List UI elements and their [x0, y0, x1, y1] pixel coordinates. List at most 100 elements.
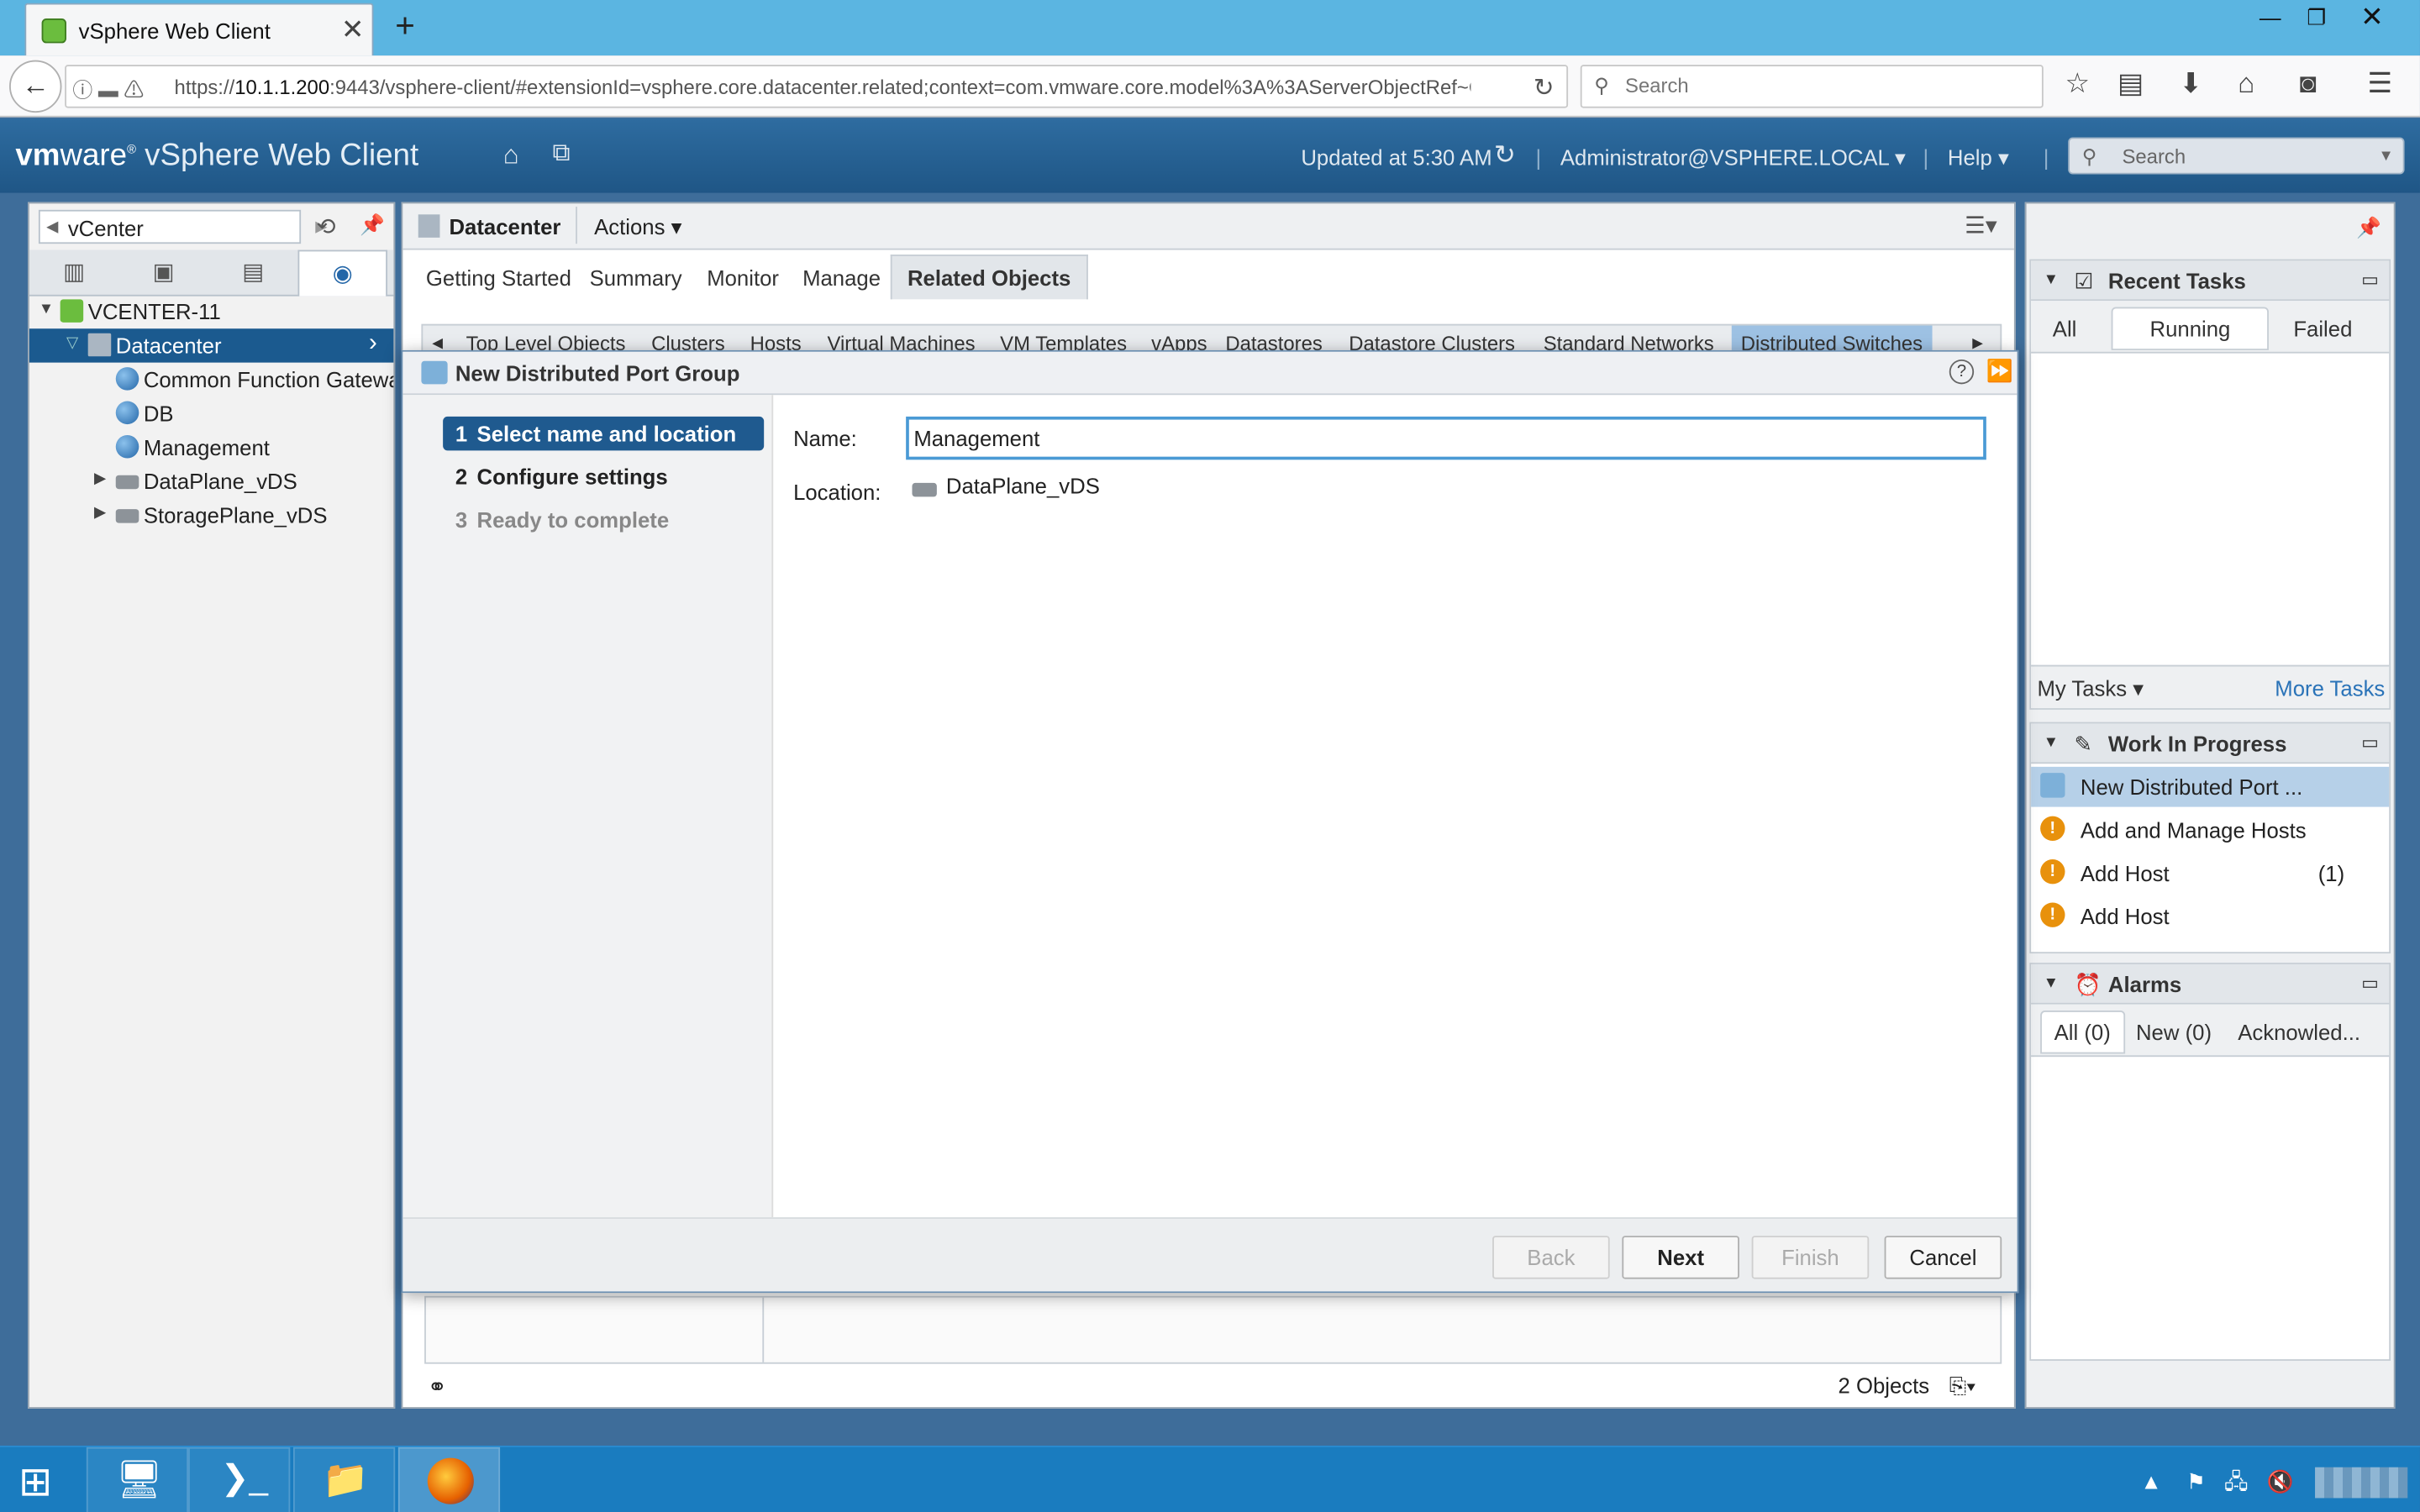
hosts-clusters-icon[interactable]: ▥	[29, 250, 119, 297]
wizard-step-1[interactable]: 1 Select name and location	[443, 416, 765, 451]
tab-running[interactable]: Running	[2111, 307, 2270, 350]
network-status-icon[interactable]: 🖧	[2224, 1469, 2249, 1494]
step-number: 3	[455, 507, 468, 533]
tree-item-switch[interactable]: ▶ DataPlane_vDS	[29, 465, 393, 498]
vms-templates-icon[interactable]: ▣	[118, 250, 208, 297]
refresh-icon[interactable]: ↻	[1494, 140, 1516, 171]
tab-all-alarms[interactable]: All (0)	[2040, 1011, 2125, 1054]
help-icon[interactable]: ?	[1949, 359, 1975, 385]
pin-icon[interactable]: 📌	[2356, 216, 2381, 240]
binoculars-icon[interactable]: ⚭	[428, 1373, 447, 1400]
tab-failed[interactable]: Failed	[2293, 317, 2352, 341]
back-arrow-icon[interactable]: ←	[9, 60, 62, 113]
tree-item-network[interactable]: Common Function Gatewa	[29, 363, 393, 396]
maximize-icon[interactable]: ▭	[2361, 269, 2379, 291]
wip-item[interactable]: ! Add Host	[2031, 896, 2389, 937]
collapse-arrow-icon[interactable]: ▼	[2044, 271, 2059, 288]
next-button[interactable]: Next	[1622, 1236, 1739, 1279]
tab-new-alarms[interactable]: New (0)	[2136, 1020, 2212, 1044]
tree-item-switch[interactable]: ▶ StoragePlane_vDS	[29, 498, 393, 532]
back-button[interactable]: Back	[1492, 1236, 1610, 1279]
alarms-header[interactable]: ▼ ⏰ Alarms ▭	[2031, 963, 2390, 1005]
breadcrumb[interactable]: ◀ vCenter ▶	[38, 209, 327, 244]
right-panel: 📌 ▼ ☑ Recent Tasks ▭ All Running Failed …	[2024, 202, 2396, 1409]
wip-item[interactable]: New Distributed Port ...	[2031, 766, 2390, 807]
browser-tab[interactable]: vSphere Web Client ✕	[24, 3, 374, 56]
maximize-icon[interactable]: ▭	[2361, 972, 2379, 994]
home-icon[interactable]: ⌂	[503, 140, 519, 171]
history-icon[interactable]: ⧉	[553, 140, 571, 168]
maximize-icon[interactable]: ▭	[2361, 732, 2379, 753]
expand-icon[interactable]: ⏩	[1986, 358, 2013, 384]
downloads-icon[interactable]: ⬇	[2179, 68, 2202, 101]
scroll-left-icon[interactable]: ◀	[432, 335, 443, 352]
close-window-icon[interactable]: ✕	[2349, 0, 2395, 37]
cancel-button[interactable]: Cancel	[1884, 1236, 2002, 1279]
scroll-right-icon[interactable]: ▶	[1972, 335, 1983, 352]
list-options-icon[interactable]: ☰▾	[1965, 212, 1997, 239]
tab-getting-started[interactable]: Getting Started	[426, 265, 571, 290]
tree-item-network[interactable]: DB	[29, 396, 393, 430]
expand-arrow-icon[interactable]: ▶	[94, 470, 106, 487]
reading-list-icon[interactable]: ▤	[2118, 68, 2144, 101]
wip-item[interactable]: ! Add and Manage Hosts	[2031, 810, 2389, 850]
file-explorer-icon[interactable]: 📁	[292, 1446, 396, 1512]
server-manager-icon[interactable]: 🖥	[86, 1446, 189, 1512]
restore-icon[interactable]: ❐	[2293, 0, 2339, 37]
tab-summary[interactable]: Summary	[590, 265, 682, 290]
my-tasks-menu[interactable]: My Tasks ▾	[2037, 675, 2144, 701]
minimize-icon[interactable]: —	[2247, 0, 2293, 37]
bookmark-star-icon[interactable]: ☆	[2065, 68, 2091, 101]
name-input[interactable]	[906, 416, 1986, 460]
volume-muted-icon[interactable]: 🔇	[2267, 1469, 2294, 1494]
site-info-icon[interactable]: ⓘ ▬ ⚠	[72, 74, 144, 103]
tree-item-network[interactable]: Management	[29, 430, 393, 464]
pocket-icon[interactable]: ◙	[2300, 68, 2317, 101]
wip-item[interactable]: ! Add Host (1)	[2031, 853, 2389, 894]
expand-arrow-icon[interactable]: ▶	[94, 505, 106, 522]
chevron-right-icon[interactable]: ›	[369, 330, 377, 358]
powershell-icon[interactable]: ❯_	[188, 1446, 291, 1512]
menu-icon[interactable]: ☰	[2367, 68, 2392, 101]
expand-arrow-icon[interactable]: ▽	[66, 335, 78, 352]
finish-button[interactable]: Finish	[1751, 1236, 1870, 1279]
browser-search-input[interactable]: ⚲ Search	[1580, 65, 2044, 108]
networking-icon[interactable]: ◉	[297, 249, 388, 297]
back-arrow-icon[interactable]: ◀	[46, 219, 58, 236]
export-icon[interactable]: ⎘▾	[1949, 1373, 1975, 1399]
chevron-down-icon[interactable]: ▼	[2379, 148, 2394, 165]
tab-monitor[interactable]: Monitor	[707, 265, 779, 290]
work-in-progress-header[interactable]: ▼ ✎ Work In Progress ▭	[2031, 723, 2390, 764]
storage-icon[interactable]: ▤	[208, 250, 298, 297]
tab-related-objects[interactable]: Related Objects	[890, 255, 1088, 300]
expand-arrow-icon[interactable]: ▼	[39, 301, 54, 318]
tree-item-datacenter[interactable]: ▽ Datacenter ›	[29, 328, 394, 363]
help-menu[interactable]: Help ▾	[1948, 145, 2009, 171]
network-icon	[115, 401, 139, 425]
user-menu[interactable]: Administrator@VSPHERE.LOCAL ▾	[1560, 145, 1906, 171]
pin-icon[interactable]: 📌	[360, 213, 385, 237]
action-center-icon[interactable]: ⚑	[2186, 1469, 2206, 1494]
step-label: Configure settings	[476, 464, 668, 490]
tab-acknowledged-alarms[interactable]: Acknowled...	[2238, 1020, 2360, 1044]
tab-manage[interactable]: Manage	[802, 265, 881, 290]
clock-icon[interactable]	[2315, 1467, 2408, 1499]
recent-tasks-header[interactable]: ▼ ☑ Recent Tasks ▭	[2031, 260, 2390, 302]
global-search-input[interactable]: ⚲ Search ▼	[2068, 137, 2405, 175]
firefox-icon[interactable]	[397, 1446, 501, 1512]
wizard-step-2[interactable]: 2 Configure settings	[443, 459, 764, 493]
tray-expand-icon[interactable]: ▲	[2140, 1469, 2161, 1494]
new-tab-icon[interactable]: +	[395, 6, 415, 46]
url-bar[interactable]: ⓘ ▬ ⚠ https://10.1.1.200:9443/vsphere-cl…	[65, 65, 1569, 108]
home-icon[interactable]: ⌂	[2238, 68, 2254, 101]
windows-start-icon[interactable]: ⊞	[18, 1458, 52, 1506]
collapse-arrow-icon[interactable]: ▼	[2044, 975, 2059, 992]
close-tab-icon[interactable]: ✕	[341, 14, 365, 47]
tab-all[interactable]: All	[2053, 317, 2077, 341]
more-tasks-link[interactable]: More Tasks	[2275, 675, 2385, 700]
tree-item-vcenter[interactable]: ▼ VCENTER-11	[29, 295, 393, 328]
reload-icon[interactable]: ↻	[1534, 72, 1555, 103]
history-icon[interactable]: ⟲	[317, 213, 336, 240]
actions-menu[interactable]: Actions ▾	[594, 214, 681, 240]
collapse-arrow-icon[interactable]: ▼	[2044, 734, 2059, 751]
